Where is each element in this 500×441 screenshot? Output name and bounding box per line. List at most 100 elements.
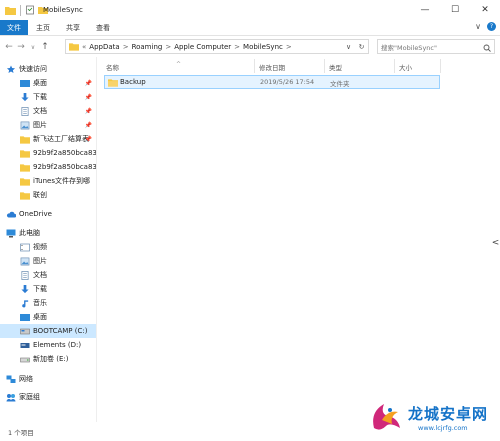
- column-header-size[interactable]: 大小: [399, 60, 412, 74]
- file-type: 文件夹: [330, 80, 350, 88]
- sidebar-this-pc[interactable]: 此电脑: [0, 226, 96, 240]
- overflow-chevron[interactable]: «: [82, 43, 86, 51]
- document-icon: [20, 106, 30, 116]
- recent-locations-button[interactable]: ∨: [27, 39, 39, 55]
- sidebar-item-documents[interactable]: 文档 📌: [0, 104, 96, 118]
- table-row[interactable]: Backup 2019/5/26 17:54 文件夹: [104, 75, 440, 89]
- column-divider[interactable]: [440, 59, 441, 73]
- tab-home[interactable]: 主页: [28, 20, 58, 35]
- file-name: Backup: [120, 78, 146, 86]
- sidebar-label: 桌面: [33, 79, 47, 87]
- picture-icon: [20, 257, 30, 266]
- network-icon: [6, 375, 16, 384]
- window-title: MobileSync: [43, 6, 83, 14]
- sidebar-label: 文档: [33, 271, 47, 279]
- pin-icon: 📌: [84, 107, 92, 115]
- sidebar-quick-access[interactable]: 快速访问: [0, 62, 96, 76]
- sidebar-item-desktop[interactable]: 桌面 📌: [0, 76, 96, 90]
- search-icon[interactable]: [483, 44, 491, 52]
- sidebar-item-desktop[interactable]: 桌面: [0, 310, 96, 324]
- refresh-button[interactable]: ↻: [355, 40, 368, 53]
- column-divider[interactable]: [394, 59, 395, 73]
- folder-icon: [69, 43, 79, 51]
- download-icon: [20, 284, 30, 294]
- pin-icon: 📌: [84, 79, 92, 87]
- search-input[interactable]: 搜索"MobileSync": [377, 39, 495, 54]
- sidebar-item-drive-d[interactable]: Elements (D:): [0, 338, 96, 352]
- sidebar-item-pictures[interactable]: 图片: [0, 254, 96, 268]
- sidebar-item-downloads[interactable]: 下载: [0, 282, 96, 296]
- address-dropdown-button[interactable]: ∨: [342, 40, 355, 53]
- folder-icon: [20, 135, 30, 144]
- desktop-icon: [20, 79, 30, 88]
- breadcrumb-mobilesync[interactable]: MobileSync: [243, 43, 283, 51]
- desktop-icon: [20, 313, 30, 322]
- sidebar-item-folder[interactable]: 92b9f2a850bca83: [0, 160, 96, 174]
- item-count: 1 个项目: [8, 428, 34, 437]
- document-icon: [20, 270, 30, 280]
- breadcrumb-separator[interactable]: >: [234, 43, 240, 51]
- video-icon: [20, 243, 30, 252]
- sidebar-item-downloads[interactable]: 下载 📌: [0, 90, 96, 104]
- sidebar-item-folder[interactable]: iTunes文件存到哪: [0, 174, 96, 188]
- sidebar-label: 音乐: [33, 299, 47, 307]
- address-bar[interactable]: « AppData > Roaming > Apple Computer > M…: [65, 39, 369, 54]
- sidebar-item-documents[interactable]: 文档: [0, 268, 96, 282]
- folder-icon: [20, 177, 30, 186]
- column-divider[interactable]: [324, 59, 325, 73]
- column-divider[interactable]: [254, 59, 255, 73]
- homegroup-icon: [6, 393, 16, 402]
- sidebar-item-folder[interactable]: 新飞达工厂结算表 📌: [0, 132, 96, 146]
- breadcrumb-roaming[interactable]: Roaming: [132, 43, 163, 51]
- sidebar-onedrive[interactable]: OneDrive: [0, 207, 96, 221]
- close-button[interactable]: ✕: [470, 0, 500, 20]
- breadcrumb-appdata[interactable]: AppData: [89, 43, 119, 51]
- sidebar-item-pictures[interactable]: 图片 📌: [0, 118, 96, 132]
- sidebar-label: 图片: [33, 121, 47, 129]
- breadcrumb-apple-computer[interactable]: Apple Computer: [174, 43, 231, 51]
- folder-icon: [20, 191, 30, 200]
- picture-icon: [20, 121, 30, 130]
- up-button[interactable]: ↑: [39, 39, 51, 55]
- sidebar-item-drive-e[interactable]: 新加卷 (E:): [0, 352, 96, 366]
- breadcrumb-separator[interactable]: >: [286, 43, 292, 51]
- back-button[interactable]: ←: [3, 39, 15, 55]
- sidebar-label: OneDrive: [19, 210, 52, 218]
- tab-file[interactable]: 文件: [0, 20, 28, 35]
- sort-indicator: ^: [176, 60, 182, 68]
- tab-view[interactable]: 查看: [88, 20, 118, 35]
- drive-icon: [20, 355, 30, 364]
- sidebar-item-folder[interactable]: 92b9f2a850bca834: [0, 146, 96, 160]
- column-header-name[interactable]: 名称: [106, 60, 119, 74]
- music-icon: [20, 299, 30, 308]
- properties-icon[interactable]: [25, 5, 35, 15]
- breadcrumb-separator[interactable]: >: [123, 43, 129, 51]
- drive-icon: [20, 341, 30, 350]
- sidebar-homegroup[interactable]: 家庭组: [0, 390, 96, 404]
- tab-share[interactable]: 共享: [58, 20, 88, 35]
- drive-icon: [20, 327, 30, 336]
- sidebar-label: 桌面: [33, 313, 47, 321]
- sidebar-label: 新加卷 (E:): [33, 355, 69, 363]
- column-header-date[interactable]: 修改日期: [259, 60, 285, 74]
- address-actions: ∨ ↻: [342, 40, 368, 53]
- help-button[interactable]: ?: [487, 22, 496, 31]
- sidebar-item-drive-c[interactable]: BOOTCAMP (C:): [0, 324, 96, 338]
- maximize-button[interactable]: ☐: [440, 0, 470, 20]
- forward-button[interactable]: →: [15, 39, 27, 55]
- sidebar-item-folder[interactable]: 联创: [0, 188, 96, 202]
- breadcrumb-separator[interactable]: >: [165, 43, 171, 51]
- sidebar-network[interactable]: 网络: [0, 372, 96, 386]
- sidebar-item-videos[interactable]: 视频: [0, 240, 96, 254]
- expand-ribbon-button[interactable]: ∨: [475, 22, 481, 31]
- pin-icon: 📌: [84, 93, 92, 101]
- sidebar-label: BOOTCAMP (C:): [33, 327, 88, 335]
- sidebar-item-music[interactable]: 音乐: [0, 296, 96, 310]
- column-header-type[interactable]: 类型: [329, 60, 342, 74]
- pin-icon: 📌: [84, 121, 92, 129]
- title-bar: MobileSync — ☐ ✕: [0, 0, 500, 20]
- sidebar-label: 图片: [33, 257, 47, 265]
- file-date: 2019/5/26 17:54: [260, 78, 315, 86]
- pane-expand-arrow[interactable]: <: [491, 233, 500, 253]
- minimize-button[interactable]: —: [410, 0, 440, 20]
